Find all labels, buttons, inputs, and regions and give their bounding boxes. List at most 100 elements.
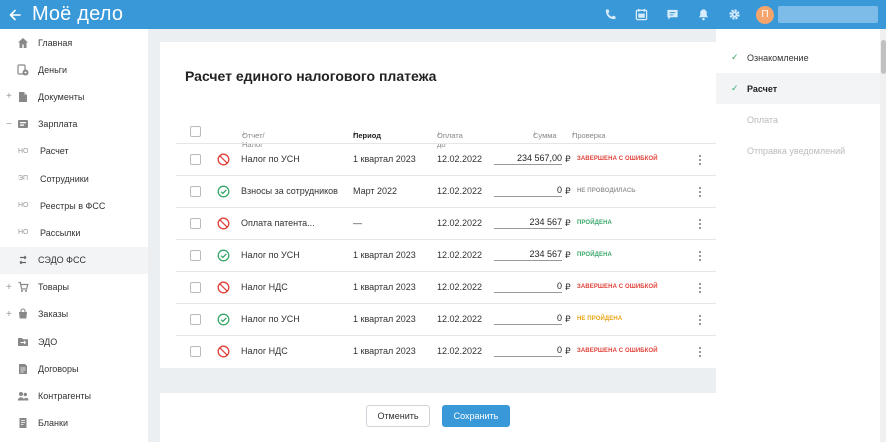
contractors-icon <box>16 389 30 403</box>
table-row[interactable]: Налог по УСН 1 квартал 2023 12.02.2022 234 … <box>176 143 716 175</box>
bell-icon[interactable] <box>688 0 719 29</box>
row-name[interactable]: Налог НДС <box>241 346 288 356</box>
sidebar-item[interactable]: + Документы <box>0 83 148 110</box>
error-status-icon <box>217 217 230 230</box>
sidebar-item[interactable]: − Зарплата <box>0 111 148 138</box>
sidebar-item[interactable]: + Заказы <box>0 301 148 328</box>
more-menu-icon[interactable] <box>696 281 704 295</box>
more-menu-icon[interactable] <box>696 345 704 359</box>
table-row[interactable]: Налог НДС 1 квартал 2023 12.02.2022 0 ₽ ЗАВЕР… <box>176 271 716 303</box>
contracts-icon <box>16 362 30 376</box>
column-header-period[interactable]: Период ↓ <box>353 128 381 140</box>
sum-input[interactable]: 234 567,00 <box>494 153 562 165</box>
money-icon <box>16 63 30 77</box>
step-item[interactable]: ✓ Расчет <box>716 73 880 104</box>
row-pay-until: 12.02.2022 <box>437 218 483 228</box>
sidebar-item-label: Контрагенты <box>38 391 92 402</box>
sidebar-item-label: Бланки <box>38 418 68 429</box>
plus-icon[interactable]: + <box>6 91 12 102</box>
step-item[interactable]: Отправка уведомлений <box>716 135 880 166</box>
error-status-icon <box>217 153 230 166</box>
row-name[interactable]: Налог НДС <box>241 282 288 292</box>
user-name-redacted[interactable] <box>778 6 878 23</box>
arrow-left-icon[interactable] <box>0 9 30 21</box>
phone-icon[interactable] <box>595 0 626 29</box>
row-checkbox[interactable] <box>190 282 201 293</box>
check-status: НЕ ПРОЙДЕНА <box>577 316 623 322</box>
row-checkbox[interactable] <box>190 346 201 357</box>
sum-input[interactable]: 234 567 <box>494 249 562 261</box>
row-checkbox[interactable] <box>190 186 201 197</box>
column-header-pay-until[interactable]: Оплата до ↓ <box>437 128 463 149</box>
sidebar-item[interactable]: Бланки <box>0 410 148 437</box>
scrollbar[interactable] <box>880 29 886 442</box>
currency: ₽ <box>565 250 571 260</box>
sum-input[interactable]: 0 <box>494 313 562 325</box>
step-label: Расчет <box>747 83 778 94</box>
more-menu-icon[interactable] <box>696 313 704 327</box>
sidebar-item-label: Договоры <box>38 363 79 374</box>
more-menu-icon[interactable] <box>696 217 704 231</box>
step-item[interactable]: ✓ Ознакомление <box>716 42 880 73</box>
row-name[interactable]: Взносы за сотрудников <box>241 186 338 196</box>
calendar-icon[interactable] <box>626 0 657 29</box>
sidebar-item[interactable]: НО Расчет <box>0 138 148 165</box>
sidebar-item[interactable]: Деньги <box>0 56 148 83</box>
row-checkbox[interactable] <box>190 250 201 261</box>
avatar[interactable]: П <box>756 5 774 24</box>
row-pay-until: 12.02.2022 <box>437 186 483 196</box>
sidebar-item[interactable]: Главная <box>0 29 148 56</box>
row-checkbox[interactable] <box>190 218 201 229</box>
currency: ₽ <box>565 186 571 196</box>
table-row[interactable]: Налог по УСН 1 квартал 2023 12.02.2022 234 … <box>176 239 716 271</box>
row-name[interactable]: Налог по УСН <box>241 314 300 324</box>
sidebar-item[interactable]: Договоры <box>0 355 148 382</box>
row-checkbox[interactable] <box>190 314 201 325</box>
sidebar-item[interactable]: Контрагенты <box>0 382 148 409</box>
check-status: ЗАВЕРШЕНА С ОШИБКОЙ <box>577 348 658 354</box>
sidebar-item[interactable]: + Товары <box>0 274 148 301</box>
step-item[interactable]: Оплата <box>716 104 880 135</box>
row-checkbox[interactable] <box>190 154 201 165</box>
steps-panel: ✓ Ознакомление ✓ Расчет Оплата Отправка уведо… <box>716 29 880 442</box>
column-header-sum[interactable]: Сумма ↓ <box>533 128 557 140</box>
sum-input[interactable]: 234 567 <box>494 217 562 229</box>
row-name[interactable]: Оплата патента... <box>241 218 315 228</box>
table-row[interactable]: Оплата патента... — 12.02.2022 234 567 ₽ ПРОЙ… <box>176 207 716 239</box>
sidebar-item-abbr: ЭП <box>18 175 29 183</box>
table-row[interactable]: Налог по УСН 1 квартал 2023 12.02.2022 0 ₽ НЕ… <box>176 303 716 335</box>
currency: ₽ <box>565 282 571 292</box>
column-header-report[interactable]: Отчет/ Налог ↓ <box>242 128 265 149</box>
sidebar-item-label: Товары <box>38 282 69 293</box>
sidebar-item[interactable]: ЭП Сотрудники <box>0 165 148 192</box>
sum-input[interactable]: 0 <box>494 185 562 197</box>
select-all-checkbox[interactable] <box>190 126 201 137</box>
sidebar-item[interactable]: СЭДО ФСС <box>0 246 148 274</box>
more-menu-icon[interactable] <box>696 153 704 167</box>
table-row[interactable]: Налог НДС 1 квартал 2023 12.02.2022 0 ₽ ЗАВЕР… <box>176 335 716 367</box>
column-header-check[interactable]: Проверка ↓ <box>572 128 606 140</box>
cancel-button[interactable]: Отменить <box>366 405 430 427</box>
plus-icon[interactable]: + <box>6 282 12 293</box>
currency: ₽ <box>565 218 571 228</box>
row-name[interactable]: Налог по УСН <box>241 154 300 164</box>
plus-icon[interactable]: + <box>6 309 12 320</box>
sum-input[interactable]: 0 <box>494 345 562 357</box>
minus-icon[interactable]: − <box>6 119 12 130</box>
step-label: Оплата <box>747 114 778 125</box>
logo[interactable]: Moё дело <box>32 3 123 26</box>
more-menu-icon[interactable] <box>696 249 704 263</box>
sidebar-item-label: Рассылки <box>40 227 81 238</box>
chat-icon[interactable] <box>657 0 688 29</box>
gear-icon[interactable] <box>719 0 750 29</box>
sidebar-item[interactable]: НО Рассылки <box>0 219 148 246</box>
row-name[interactable]: Налог по УСН <box>241 250 300 260</box>
sidebar: Главная Деньги + Документы − Зарплата НО Расчет… <box>0 29 148 442</box>
table-row[interactable]: Взносы за сотрудников Март 2022 12.02.2022… <box>176 175 716 207</box>
scrollbar-thumb[interactable] <box>880 40 886 74</box>
sidebar-item[interactable]: ЭДО <box>0 328 148 355</box>
more-menu-icon[interactable] <box>696 185 704 199</box>
sum-input[interactable]: 0 <box>494 281 562 293</box>
save-button[interactable]: Сохранить <box>442 405 510 427</box>
sidebar-item[interactable]: НО Реестры в ФСС <box>0 192 148 219</box>
